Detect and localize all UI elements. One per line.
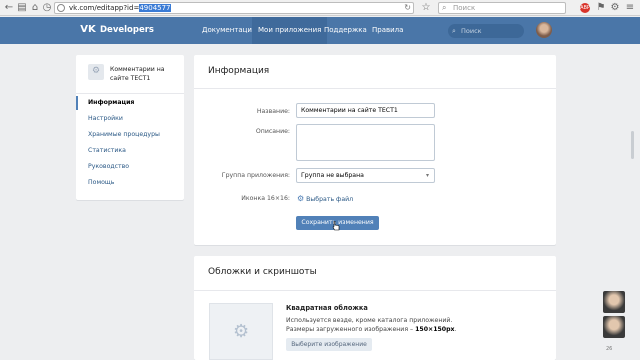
back-icon[interactable]: ← <box>3 2 15 14</box>
search-icon: ⌕ <box>442 3 447 12</box>
choose-file-link[interactable]: ⚙ Выбрать файл <box>297 194 353 205</box>
settings-icon[interactable]: ⚙ <box>609 2 621 14</box>
sidebar-item-stats[interactable]: Статистика <box>76 144 184 158</box>
reload-icon[interactable]: ↻ <box>404 3 411 13</box>
adblock-icon[interactable]: ABP <box>580 3 590 13</box>
user-avatar[interactable] <box>536 22 552 38</box>
bookmark-star-icon[interactable]: ☆ <box>420 2 432 14</box>
description-textarea[interactable] <box>296 124 435 161</box>
cover-subtitle: Квадратная обложка <box>286 304 368 312</box>
globe-icon <box>57 4 65 12</box>
group-select-value: Группа не выбрана <box>301 172 364 179</box>
covers-title: Обложки и скриншоты <box>208 267 317 277</box>
app-sidebar: ⚙ Комментарии на сайте ТЕСТ1 Информация … <box>76 55 184 200</box>
name-input[interactable]: Комментарии на сайте ТЕСТ1 <box>296 103 435 118</box>
sidebar-item-guide[interactable]: Руководство <box>76 160 184 174</box>
divider <box>194 290 556 291</box>
gear-icon: ⚙ <box>233 321 250 342</box>
icon-label: Иконка 16×16: <box>241 195 290 202</box>
search-icon: ⌕ <box>452 27 456 35</box>
chat-avatar[interactable] <box>603 316 625 338</box>
choose-image-button[interactable]: Выберите изображение <box>286 338 372 351</box>
group-label: Группа приложения: <box>221 172 290 179</box>
browser-search-input[interactable]: ⌕ Поиск <box>438 2 566 14</box>
history-icon[interactable]: ◷ <box>41 2 53 14</box>
app-gear-icon: ⚙ <box>88 64 104 80</box>
info-card: Информация Название: Комментарии на сайт… <box>194 55 556 245</box>
covers-card: Обложки и скриншоты ⚙ Квадратная обложка… <box>194 256 556 360</box>
site-header: VK Developers Документация Мои приложени… <box>0 17 640 44</box>
nav-my-apps[interactable]: Мои приложения <box>252 17 328 44</box>
header-search-input[interactable]: ⌕ Поиск <box>448 24 524 38</box>
brand-label[interactable]: Developers <box>100 23 154 37</box>
bookmarks-icon[interactable]: ▤ <box>16 2 28 14</box>
scrollbar[interactable] <box>631 131 634 159</box>
divider <box>76 93 184 94</box>
nav-support[interactable]: Поддержка <box>318 17 373 44</box>
gear-icon: ⚙ <box>297 194 305 203</box>
name-label: Название: <box>256 108 290 115</box>
home-icon[interactable]: ⌂ <box>29 2 41 14</box>
url-text: vk.com/editapp?id= <box>69 4 140 12</box>
divider <box>194 88 556 89</box>
address-bar[interactable]: vk.com/editapp?id=4904577 ↻ <box>54 2 414 14</box>
sidebar-item-info[interactable]: Информация <box>76 96 184 110</box>
menu-icon[interactable]: ≡ <box>624 2 636 14</box>
chat-avatar[interactable] <box>603 291 625 313</box>
cover-description: Используется везде, кроме каталога прило… <box>286 317 453 324</box>
cover-size-note: Размеры загруженного изображения – 150×1… <box>286 326 457 333</box>
cover-placeholder: ⚙ <box>209 303 273 360</box>
sidebar-item-procedures[interactable]: Хранимые процедуры <box>76 128 184 142</box>
url-selected-text: 4904577 <box>139 4 171 12</box>
page-title: Информация <box>208 66 270 76</box>
description-label: Описание: <box>255 128 290 135</box>
hand-cursor-icon <box>332 221 340 231</box>
sidebar-item-settings[interactable]: Настройки <box>76 112 184 126</box>
group-select[interactable]: Группа не выбрана ▾ <box>296 168 435 183</box>
vk-logo-icon[interactable]: VK <box>80 23 96 37</box>
sidebar-app-name: Комментарии на сайте ТЕСТ1 <box>110 66 165 82</box>
chevron-down-icon: ▾ <box>425 172 429 179</box>
chat-counter: 26 <box>606 346 613 352</box>
extensions-icon[interactable]: ⚑ <box>595 2 607 14</box>
sidebar-item-help[interactable]: Помощь <box>76 176 184 190</box>
nav-rules[interactable]: Правила <box>366 17 409 44</box>
browser-toolbar: ← ▤ ⌂ ◷ vk.com/editapp?id=4904577 ↻ ☆ ⌕ … <box>0 0 640 16</box>
